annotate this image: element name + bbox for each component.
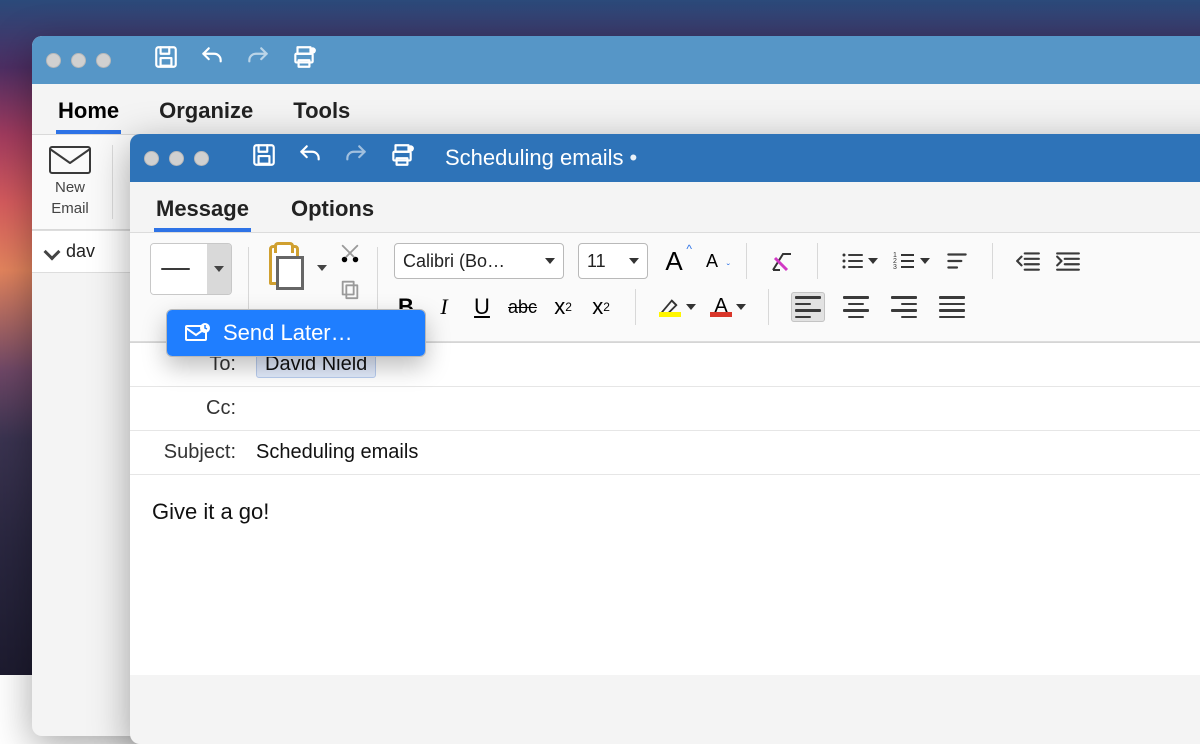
ribbon-divider [635, 289, 636, 325]
highlight-swatch [659, 312, 681, 317]
paste-dropdown[interactable] [317, 265, 327, 271]
chevron-down-icon [44, 243, 61, 260]
cc-field[interactable] [250, 407, 1200, 411]
underline-button[interactable]: U [470, 294, 494, 320]
align-right-button[interactable] [887, 292, 921, 322]
cc-row: Cc: [130, 387, 1200, 431]
align-left-button[interactable] [791, 292, 825, 322]
undo-icon[interactable] [297, 142, 323, 174]
caret-down-icon [686, 304, 696, 310]
save-icon[interactable] [153, 44, 179, 76]
cut-icon[interactable] [339, 243, 361, 270]
sort-button[interactable] [944, 248, 970, 274]
clear-formatting-button[interactable] [769, 248, 795, 274]
font-color-swatch [710, 312, 732, 317]
sidebar-account-label: dav [66, 241, 95, 262]
send-split-button[interactable] [150, 243, 232, 295]
subject-field[interactable]: Scheduling emails [250, 439, 1200, 466]
copy-icon[interactable] [339, 278, 361, 305]
numbered-list-button[interactable]: 123 [892, 249, 930, 273]
strikethrough-button[interactable]: abc [508, 297, 537, 318]
new-email-label-1: New [55, 179, 85, 196]
traffic-lights[interactable] [46, 53, 111, 68]
print-icon[interactable] [291, 44, 317, 76]
caret-down-icon [629, 258, 639, 264]
align-justify-button[interactable] [935, 292, 969, 322]
tab-message[interactable]: Message [154, 190, 251, 232]
main-titlebar[interactable]: Inbox• [32, 36, 1200, 84]
highlight-color-button[interactable] [658, 297, 696, 317]
subject-label: Subject: [130, 441, 250, 464]
close-dot[interactable] [144, 151, 159, 166]
ribbon-divider [992, 243, 993, 279]
subject-row: Subject: Scheduling emails [130, 431, 1200, 475]
paste-group [265, 243, 361, 331]
ribbon-divider [746, 243, 747, 279]
superscript-button[interactable]: x2 [589, 294, 613, 320]
ribbon-divider [112, 145, 113, 219]
decrease-indent-button[interactable] [1015, 248, 1041, 274]
bulleted-list-button[interactable] [840, 249, 878, 273]
compose-titlebar[interactable]: Scheduling emails• [130, 134, 1200, 182]
font-color-button[interactable]: A [710, 297, 746, 317]
zoom-dot[interactable] [194, 151, 209, 166]
italic-button[interactable]: I [432, 294, 456, 320]
traffic-lights[interactable] [144, 151, 209, 166]
caret-down-icon [920, 258, 930, 264]
main-ribbon-tabs: Home Organize Tools [32, 84, 1200, 134]
caret-down-icon [545, 258, 555, 264]
tab-organize[interactable]: Organize [157, 92, 255, 134]
paste-button[interactable] [265, 243, 307, 295]
tab-home[interactable]: Home [56, 92, 121, 134]
tab-options[interactable]: Options [289, 190, 376, 232]
send-button[interactable] [151, 244, 207, 294]
compose-window: Scheduling emails• Message Options Send … [130, 134, 1200, 744]
increase-indent-button[interactable] [1055, 248, 1081, 274]
compose-ribbon-tabs: Message Options [130, 182, 1200, 232]
minimize-dot[interactable] [71, 53, 86, 68]
new-email-button[interactable]: New Email [48, 145, 92, 217]
font-size-value: 11 [587, 251, 606, 272]
compose-window-title: Scheduling emails• [445, 145, 643, 171]
new-email-label-2: Email [51, 200, 89, 217]
close-dot[interactable] [46, 53, 61, 68]
font-family-select[interactable]: Calibri (Bo… [394, 243, 564, 279]
caret-down-icon [214, 266, 224, 272]
minimize-dot[interactable] [169, 151, 184, 166]
save-icon[interactable] [251, 142, 277, 174]
compose-headers: To: David Nield Cc: Subject: Scheduling … [130, 342, 1200, 475]
font-size-select[interactable]: 11 [578, 243, 648, 279]
subscript-button[interactable]: x2 [551, 294, 575, 320]
font-family-value: Calibri (Bo… [403, 251, 505, 272]
compose-ribbon: Send Later… [130, 232, 1200, 342]
redo-icon[interactable] [343, 142, 369, 174]
tab-tools[interactable]: Tools [291, 92, 352, 134]
clipboard-icon [269, 245, 299, 285]
undo-icon[interactable] [199, 44, 225, 76]
shrink-font-button[interactable]: Aˇ [700, 251, 724, 272]
caret-down-icon [736, 304, 746, 310]
svg-text:3: 3 [893, 264, 897, 271]
ribbon-divider [817, 243, 818, 279]
grow-font-button[interactable]: A^ [662, 246, 686, 277]
print-icon[interactable] [389, 142, 415, 174]
send-dropdown-button[interactable] [207, 244, 231, 294]
cc-label: Cc: [130, 397, 250, 420]
ribbon-divider [768, 289, 769, 325]
align-center-button[interactable] [839, 292, 873, 322]
redo-icon[interactable] [245, 44, 271, 76]
caret-down-icon [868, 258, 878, 264]
message-body[interactable]: Give it a go! [130, 475, 1200, 675]
zoom-dot[interactable] [96, 53, 111, 68]
